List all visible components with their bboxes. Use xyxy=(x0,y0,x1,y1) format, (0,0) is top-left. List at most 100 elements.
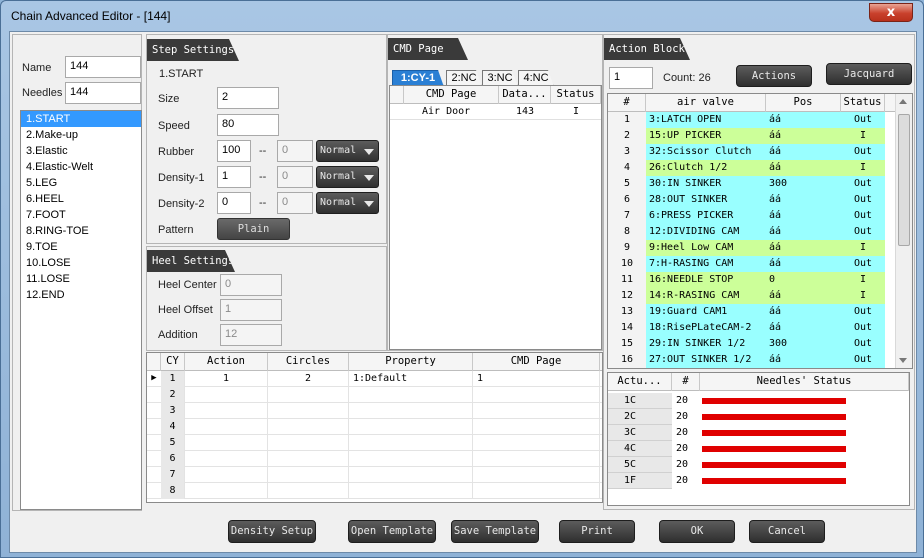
table-row[interactable]: 3 xyxy=(147,403,602,419)
table-row[interactable]: 13 19:Guard CAM1 áá Out xyxy=(608,304,885,320)
table-cell[interactable]: 1 xyxy=(185,371,268,387)
table-row[interactable]: 12 14:R-RASING CAM áá I xyxy=(608,288,885,304)
table-cell[interactable] xyxy=(473,387,600,403)
table-row[interactable]: 11 16:NEEDLE STOP 0 I xyxy=(608,272,885,288)
table-row[interactable]: 7 6:PRESS PICKER áá Out xyxy=(608,208,885,224)
table-row[interactable]: 10 7:H-RASING CAM áá Out xyxy=(608,256,885,272)
table-row[interactable]: 9 9:Heel Low CAM áá I xyxy=(608,240,885,256)
table-cell[interactable]: 1:Default xyxy=(349,371,473,387)
table-cell[interactable] xyxy=(268,467,349,483)
name-input[interactable]: 144 xyxy=(65,56,141,78)
column-header[interactable]: Data... xyxy=(499,86,551,104)
step-list-item[interactable]: 6.HEEL xyxy=(21,191,141,207)
density-setup-button[interactable]: Density Setup xyxy=(228,520,316,543)
step-list-item[interactable]: 8.RING-TOE xyxy=(21,223,141,239)
table-row[interactable]: 3C 20 xyxy=(608,425,909,441)
column-header[interactable]: Status xyxy=(551,86,601,104)
step-list-item[interactable]: 4.Elastic-Welt xyxy=(21,159,141,175)
rubber-input[interactable]: 100 xyxy=(217,140,251,162)
column-header[interactable]: Pos xyxy=(766,94,841,112)
column-header[interactable]: CMD Page xyxy=(404,86,499,104)
table-cell[interactable] xyxy=(268,483,349,499)
scroll-up-icon[interactable] xyxy=(899,99,907,104)
table-cell[interactable] xyxy=(473,483,600,499)
step-list-item[interactable]: 5.LEG xyxy=(21,175,141,191)
table-cell[interactable] xyxy=(473,451,600,467)
table-cell[interactable] xyxy=(185,403,268,419)
step-list-item[interactable]: 11.LOSE xyxy=(21,271,141,287)
vertical-scrollbar[interactable] xyxy=(895,94,912,368)
table-row[interactable]: 5 30:IN SINKER 300 Out xyxy=(608,176,885,192)
table-row[interactable]: 2 15:UP PICKER áá I xyxy=(608,128,885,144)
table-cell[interactable] xyxy=(349,419,473,435)
table-row[interactable]: ▶ 1 1 2 1:Default 1 xyxy=(147,371,602,387)
step-list-item[interactable]: 3.Elastic xyxy=(21,143,141,159)
density1-input[interactable]: 1 xyxy=(217,166,251,188)
column-header[interactable]: Needles' Status xyxy=(700,373,909,391)
table-row[interactable]: 1F 20 xyxy=(608,473,909,489)
step-list-item[interactable]: 1.START xyxy=(21,111,141,127)
table-row[interactable]: 5C 20 xyxy=(608,457,909,473)
scroll-down-icon[interactable] xyxy=(899,358,907,363)
column-header[interactable]: CMD Page xyxy=(473,353,600,371)
table-row[interactable]: 5 xyxy=(147,435,602,451)
step-list-item[interactable]: 9.TOE xyxy=(21,239,141,255)
needles-input[interactable]: 144 xyxy=(65,82,141,104)
table-row[interactable]: 8 xyxy=(147,483,602,499)
action-block-input[interactable]: 1 xyxy=(609,67,653,89)
table-row[interactable]: 1C 20 xyxy=(608,393,909,409)
table-cell[interactable] xyxy=(349,467,473,483)
column-header[interactable]: CY xyxy=(161,353,185,371)
table-row[interactable]: 6 xyxy=(147,451,602,467)
table-row[interactable]: 16 27:OUT SINKER 1/2 áá Out xyxy=(608,352,885,368)
table-row[interactable]: 4 xyxy=(147,419,602,435)
table-cell[interactable] xyxy=(349,387,473,403)
column-header[interactable]: Action xyxy=(185,353,268,371)
column-header[interactable]: Property xyxy=(349,353,473,371)
table-cell[interactable] xyxy=(349,403,473,419)
ok-button[interactable]: OK xyxy=(659,520,735,543)
density2-mode-select[interactable]: Normal xyxy=(316,192,379,214)
table-row[interactable]: 8 12:DIVIDING CAM áá Out xyxy=(608,224,885,240)
table-cell[interactable] xyxy=(268,387,349,403)
table-cell[interactable] xyxy=(185,387,268,403)
table-cell[interactable] xyxy=(268,403,349,419)
step-list-item[interactable]: 2.Make-up xyxy=(21,127,141,143)
step-list-item[interactable]: 7.FOOT xyxy=(21,207,141,223)
table-cell[interactable] xyxy=(185,483,268,499)
column-header[interactable]: # xyxy=(672,373,700,391)
speed-input[interactable]: 80 xyxy=(217,114,279,136)
table-cell[interactable] xyxy=(185,435,268,451)
table-cell[interactable]: 2 xyxy=(268,371,349,387)
table-cell[interactable] xyxy=(349,483,473,499)
table-row[interactable]: 1 3:LATCH OPEN áá Out xyxy=(608,112,885,128)
table-row[interactable]: 3 32:Scissor Clutch áá Out xyxy=(608,144,885,160)
table-row[interactable]: 7 xyxy=(147,467,602,483)
table-cell[interactable] xyxy=(185,451,268,467)
table-cell[interactable] xyxy=(473,435,600,451)
open-template-button[interactable]: Open Template xyxy=(348,520,436,543)
table-cell[interactable] xyxy=(185,467,268,483)
table-row[interactable]: 2 xyxy=(147,387,602,403)
table-cell[interactable] xyxy=(268,419,349,435)
pattern-button[interactable]: Plain xyxy=(217,218,290,240)
table-cell[interactable] xyxy=(268,451,349,467)
table-row[interactable]: 15 29:IN SINKER 1/2 300 Out xyxy=(608,336,885,352)
table-row[interactable]: 2C 20 xyxy=(608,409,909,425)
jacquard-button[interactable]: Jacquard xyxy=(826,63,912,85)
table-row[interactable]: 14 18:RisePLateCAM-2 áá Out xyxy=(608,320,885,336)
step-list-item[interactable]: 10.LOSE xyxy=(21,255,141,271)
table-cell[interactable] xyxy=(473,403,600,419)
table-row[interactable]: Air Door 143 I xyxy=(390,104,601,120)
column-header[interactable]: air valve xyxy=(646,94,766,112)
size-input[interactable]: 2 xyxy=(217,87,279,109)
print-button[interactable]: Print xyxy=(559,520,635,543)
table-row[interactable]: 4C 20 xyxy=(608,441,909,457)
column-header[interactable]: Circles xyxy=(268,353,349,371)
close-button[interactable]: x xyxy=(869,3,913,22)
step-list-item[interactable]: 12.END xyxy=(21,287,141,303)
table-row[interactable]: 4 26:Clutch 1/2 áá I xyxy=(608,160,885,176)
rubber-mode-select[interactable]: Normal xyxy=(316,140,379,162)
table-cell[interactable] xyxy=(349,435,473,451)
table-row[interactable]: 6 28:OUT SINKER áá Out xyxy=(608,192,885,208)
